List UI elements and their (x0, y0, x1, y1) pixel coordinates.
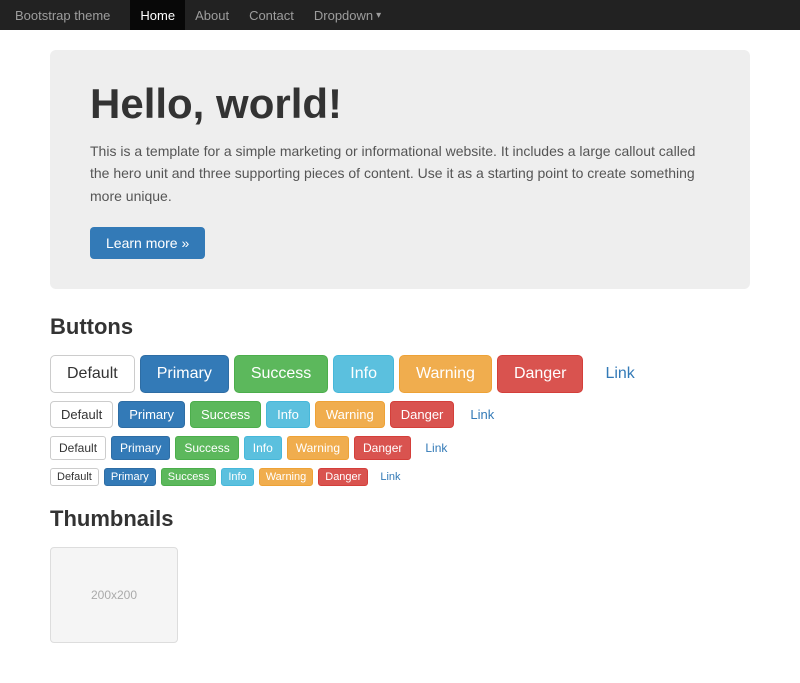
btn-warning-sm[interactable]: Warning (287, 436, 349, 460)
nav-item-dropdown[interactable]: Dropdown ▾ (304, 0, 391, 30)
btn-default-xs[interactable]: Default (50, 468, 99, 486)
nav-link-dropdown[interactable]: Dropdown ▾ (304, 0, 391, 30)
btn-info-xs[interactable]: Info (221, 468, 253, 486)
btn-info-lg[interactable]: Info (333, 355, 394, 393)
thumbnails-section: Thumbnails 200x200 (50, 506, 750, 643)
btn-success-sm[interactable]: Success (175, 436, 238, 460)
btn-info-md[interactable]: Info (266, 401, 310, 428)
nav-item-about[interactable]: About (185, 0, 239, 30)
btn-success-lg[interactable]: Success (234, 355, 328, 393)
btn-info-sm[interactable]: Info (244, 436, 282, 460)
dropdown-label: Dropdown (314, 8, 373, 23)
btn-danger-lg[interactable]: Danger (497, 355, 583, 393)
btn-row-xs: Default Primary Success Info Warning Dan… (50, 468, 750, 486)
hero-description: This is a template for a simple marketin… (90, 140, 710, 207)
nav-link-home[interactable]: Home (130, 0, 185, 30)
buttons-title: Buttons (50, 314, 750, 340)
nav-link-contact[interactable]: Contact (239, 0, 304, 30)
jumbotron: Hello, world! This is a template for a s… (50, 50, 750, 289)
btn-row-lg: Default Primary Success Info Warning Dan… (50, 355, 750, 393)
btn-default-sm[interactable]: Default (50, 436, 106, 460)
learn-more-button[interactable]: Learn more » (90, 227, 205, 259)
navbar-nav: Home About Contact Dropdown ▾ (130, 0, 391, 30)
navbar: Bootstrap theme Home About Contact Dropd… (0, 0, 800, 30)
nav-item-home[interactable]: Home (130, 0, 185, 30)
btn-row-md: Default Primary Success Info Warning Dan… (50, 401, 750, 428)
thumbnails-title: Thumbnails (50, 506, 750, 532)
chevron-down-icon: ▾ (376, 10, 381, 21)
btn-danger-md[interactable]: Danger (390, 401, 455, 428)
btn-link-xs[interactable]: Link (373, 468, 407, 486)
navbar-brand[interactable]: Bootstrap theme (15, 8, 110, 23)
btn-default-md[interactable]: Default (50, 401, 113, 428)
btn-row-sm: Default Primary Success Info Warning Dan… (50, 436, 750, 460)
thumbnail-item[interactable]: 200x200 (50, 547, 178, 643)
main-container: Hello, world! This is a template for a s… (35, 30, 765, 683)
btn-default-lg[interactable]: Default (50, 355, 135, 393)
btn-primary-md[interactable]: Primary (118, 401, 185, 428)
btn-success-md[interactable]: Success (190, 401, 261, 428)
thumbnail-label: 200x200 (91, 588, 137, 602)
btn-link-md[interactable]: Link (459, 401, 505, 428)
btn-warning-md[interactable]: Warning (315, 401, 385, 428)
btn-warning-lg[interactable]: Warning (399, 355, 492, 393)
btn-warning-xs[interactable]: Warning (259, 468, 314, 486)
btn-primary-xs[interactable]: Primary (104, 468, 156, 486)
nav-link-about[interactable]: About (185, 0, 239, 30)
btn-danger-xs[interactable]: Danger (318, 468, 368, 486)
btn-link-lg[interactable]: Link (588, 355, 651, 393)
btn-primary-sm[interactable]: Primary (111, 436, 170, 460)
buttons-section: Buttons Default Primary Success Info War… (50, 314, 750, 486)
btn-link-sm[interactable]: Link (416, 436, 456, 460)
nav-item-contact[interactable]: Contact (239, 0, 304, 30)
hero-title: Hello, world! (90, 80, 710, 128)
btn-danger-sm[interactable]: Danger (354, 436, 411, 460)
btn-success-xs[interactable]: Success (161, 468, 217, 486)
btn-primary-lg[interactable]: Primary (140, 355, 229, 393)
